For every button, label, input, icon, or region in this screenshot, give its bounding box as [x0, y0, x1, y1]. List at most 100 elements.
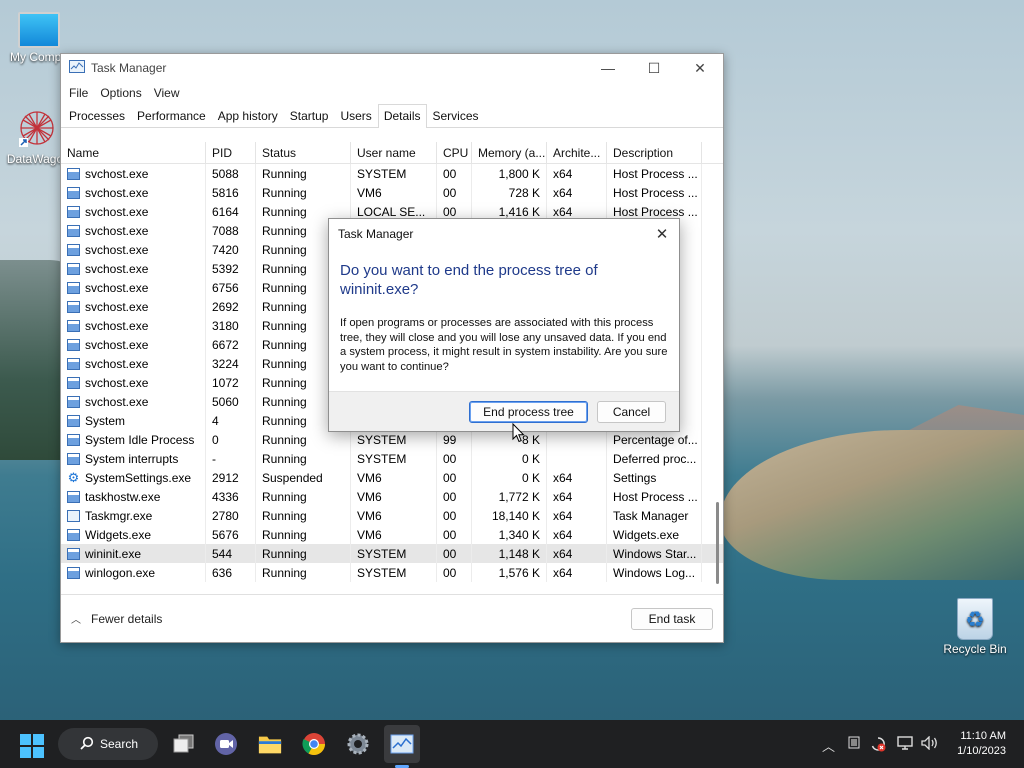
process-pid-text: 636: [212, 565, 233, 580]
process-pid-text: 3180: [212, 318, 239, 333]
process-pid-text: 2780: [212, 508, 239, 523]
vertical-scrollbar[interactable]: [716, 502, 719, 584]
process-name-text: Widgets.exe: [85, 527, 152, 542]
process-status-text: Running: [262, 546, 307, 561]
process-pid-text: 1072: [212, 375, 239, 390]
chrome-icon[interactable]: [302, 732, 326, 756]
process-pid-text: 5816: [212, 185, 239, 200]
process-window-icon: [67, 243, 80, 256]
process-user: VM6: [351, 506, 437, 525]
table-row[interactable]: System Idle Process 0 Running SYSTEM 99 8 K Pe…: [61, 430, 723, 449]
column-header-cpu[interactable]: CPU: [437, 142, 472, 163]
table-row[interactable]: taskhostw.exe 4336 Running VM6 00 1,772 K x64 H…: [61, 487, 723, 506]
process-user-text: SYSTEM: [357, 546, 407, 561]
process-name-text: svchost.exe: [85, 185, 149, 200]
recycle-bin-icon: ♻: [957, 598, 993, 640]
process-pid: 2692: [206, 297, 256, 316]
dialog-titlebar[interactable]: Task Manager ✕: [329, 219, 679, 249]
desktop-icon-recycle-bin[interactable]: ♻ Recycle Bin: [936, 598, 1014, 656]
process-cpu: 99: [437, 430, 472, 449]
table-row[interactable]: winlogon.exe 636 Running SYSTEM 00 1,576 K x64…: [61, 563, 723, 582]
menu-view[interactable]: View: [148, 86, 186, 100]
process-description: Windows Log...: [607, 563, 702, 582]
process-cpu: 00: [437, 506, 472, 525]
tab-users[interactable]: Users: [334, 105, 377, 127]
process-pid-text: 2912: [212, 470, 239, 485]
menu-bar: File Options View: [61, 82, 723, 104]
table-row[interactable]: ⚙ SystemSettings.exe 2912 Suspended VM6 00 0 K…: [61, 468, 723, 487]
process-window-icon: [67, 319, 80, 332]
settings-gear-icon[interactable]: [346, 732, 370, 756]
menu-options[interactable]: Options: [94, 86, 147, 100]
clock-date: 1/10/2023: [957, 745, 1006, 757]
process-name-text: svchost.exe: [85, 261, 149, 276]
process-status-text: Running: [262, 489, 307, 504]
process-description-text: Percentage of...: [613, 432, 698, 447]
process-window-icon: [67, 433, 80, 446]
process-pid: 5392: [206, 259, 256, 278]
task-manager-taskbar-icon[interactable]: [384, 725, 420, 763]
table-row[interactable]: Widgets.exe 5676 Running VM6 00 1,340 K x64 Wid…: [61, 525, 723, 544]
process-name: svchost.exe: [61, 373, 206, 392]
menu-file[interactable]: File: [63, 86, 94, 100]
process-name-text: System Idle Process: [85, 432, 195, 447]
mouse-pointer-icon: [512, 422, 525, 446]
process-pid: 0: [206, 430, 256, 449]
column-header-pid[interactable]: PID: [206, 142, 256, 163]
search-label: Search: [100, 737, 139, 751]
column-header-user[interactable]: User name: [351, 142, 437, 163]
tray-app-icon[interactable]: [848, 736, 860, 752]
minimize-button[interactable]: —: [585, 54, 631, 82]
taskbar-search[interactable]: Search: [58, 728, 158, 760]
process-architecture: x64: [547, 487, 607, 506]
chevron-up-icon[interactable]: ︿: [822, 736, 835, 755]
table-row[interactable]: Taskmgr.exe 2780 Running VM6 00 18,140 K x64 Ta…: [61, 506, 723, 525]
column-header-architecture[interactable]: Archite...: [547, 142, 607, 163]
process-description: Host Process ...: [607, 164, 702, 183]
process-window-icon: [67, 262, 80, 275]
process-memory: 8 K: [472, 430, 547, 449]
column-header-description[interactable]: Description: [607, 142, 702, 163]
tab-performance[interactable]: Performance: [131, 105, 212, 127]
dialog-close-button[interactable]: ✕: [645, 225, 679, 243]
maximize-button[interactable]: ☐: [631, 54, 677, 82]
tab-app-history[interactable]: App history: [212, 105, 284, 127]
end-task-button[interactable]: End task: [631, 607, 713, 630]
fewer-details-toggle[interactable]: ︿ Fewer details: [71, 611, 162, 627]
table-row[interactable]: System interrupts - Running SYSTEM 00 0 K Defe…: [61, 449, 723, 468]
tab-startup[interactable]: Startup: [284, 105, 335, 127]
process-architecture: x64: [547, 563, 607, 582]
tab-processes[interactable]: Processes: [63, 105, 131, 127]
tab-services[interactable]: Services: [427, 105, 485, 127]
process-architecture: x64: [547, 506, 607, 525]
table-row[interactable]: svchost.exe 5816 Running VM6 00 728 K x64 Host …: [61, 183, 723, 202]
process-name-text: svchost.exe: [85, 223, 149, 238]
network-icon[interactable]: [897, 736, 915, 753]
process-cpu-text: 00: [443, 470, 457, 485]
process-memory: 728 K: [472, 183, 547, 202]
column-header-status[interactable]: Status: [256, 142, 351, 163]
system-clock[interactable]: 11:10 AM 1/10/2023: [957, 729, 1006, 759]
process-window-icon: [67, 357, 80, 370]
column-header-memory[interactable]: Memory (a...: [472, 142, 547, 163]
process-user-text: VM6: [357, 185, 382, 200]
teams-chat-icon[interactable]: [214, 732, 238, 756]
window-titlebar[interactable]: Task Manager — ☐ ✕: [61, 54, 723, 82]
cancel-button[interactable]: Cancel: [597, 400, 666, 423]
task-view-icon[interactable]: [172, 732, 196, 756]
process-pid-text: 4336: [212, 489, 239, 504]
close-button[interactable]: ✕: [677, 54, 723, 82]
volume-icon[interactable]: [921, 735, 939, 753]
tab-details[interactable]: Details: [377, 104, 427, 128]
process-name: svchost.exe: [61, 392, 206, 411]
process-pid: 3224: [206, 354, 256, 373]
table-row[interactable]: wininit.exe 544 Running SYSTEM 00 1,148 K x64 W…: [61, 544, 723, 563]
process-cpu: 00: [437, 449, 472, 468]
vpn-warning-icon[interactable]: [870, 736, 886, 755]
start-button[interactable]: [20, 734, 44, 761]
file-explorer-icon[interactable]: [258, 732, 282, 756]
end-process-tree-button[interactable]: End process tree: [469, 400, 588, 423]
table-row[interactable]: svchost.exe 5088 Running SYSTEM 00 1,800 K x64…: [61, 164, 723, 183]
process-cpu-text: 99: [443, 432, 457, 447]
process-architecture-text: x64: [553, 546, 573, 561]
